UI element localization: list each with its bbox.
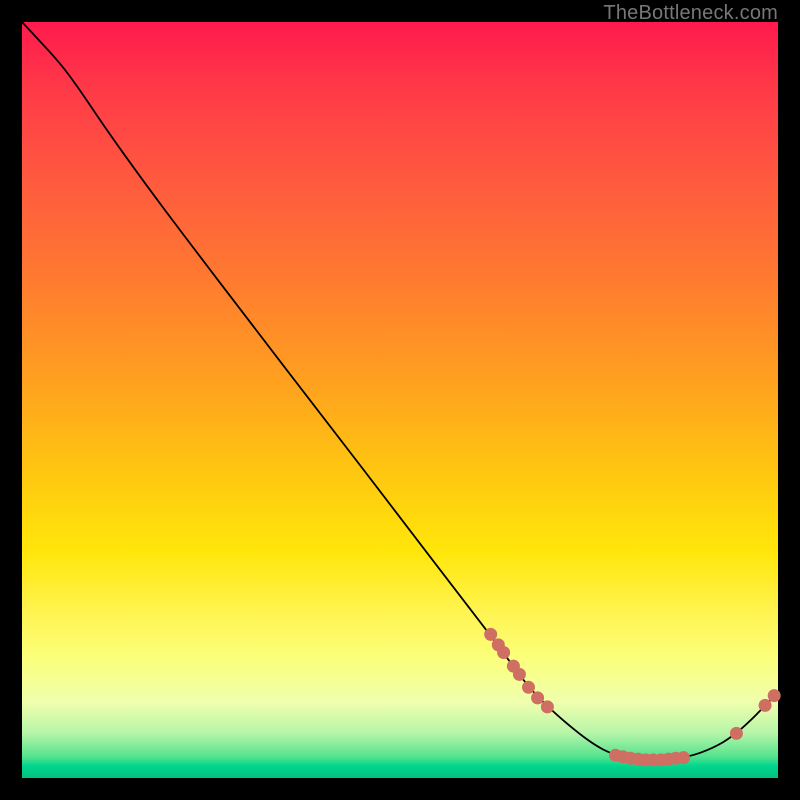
data-dots: [485, 628, 781, 766]
data-dot: [768, 690, 780, 702]
data-dot: [485, 628, 497, 640]
data-dot: [523, 681, 535, 693]
data-dot: [541, 701, 553, 713]
bottleneck-curve: [22, 22, 778, 759]
data-dot: [730, 727, 742, 739]
data-dot: [498, 647, 510, 659]
data-dot: [513, 668, 525, 680]
curve-svg: [22, 22, 778, 778]
data-dot: [759, 699, 771, 711]
plot-area: [22, 22, 778, 778]
data-dot: [678, 752, 690, 764]
chart-frame: TheBottleneck.com: [0, 0, 800, 800]
data-dot: [532, 692, 544, 704]
